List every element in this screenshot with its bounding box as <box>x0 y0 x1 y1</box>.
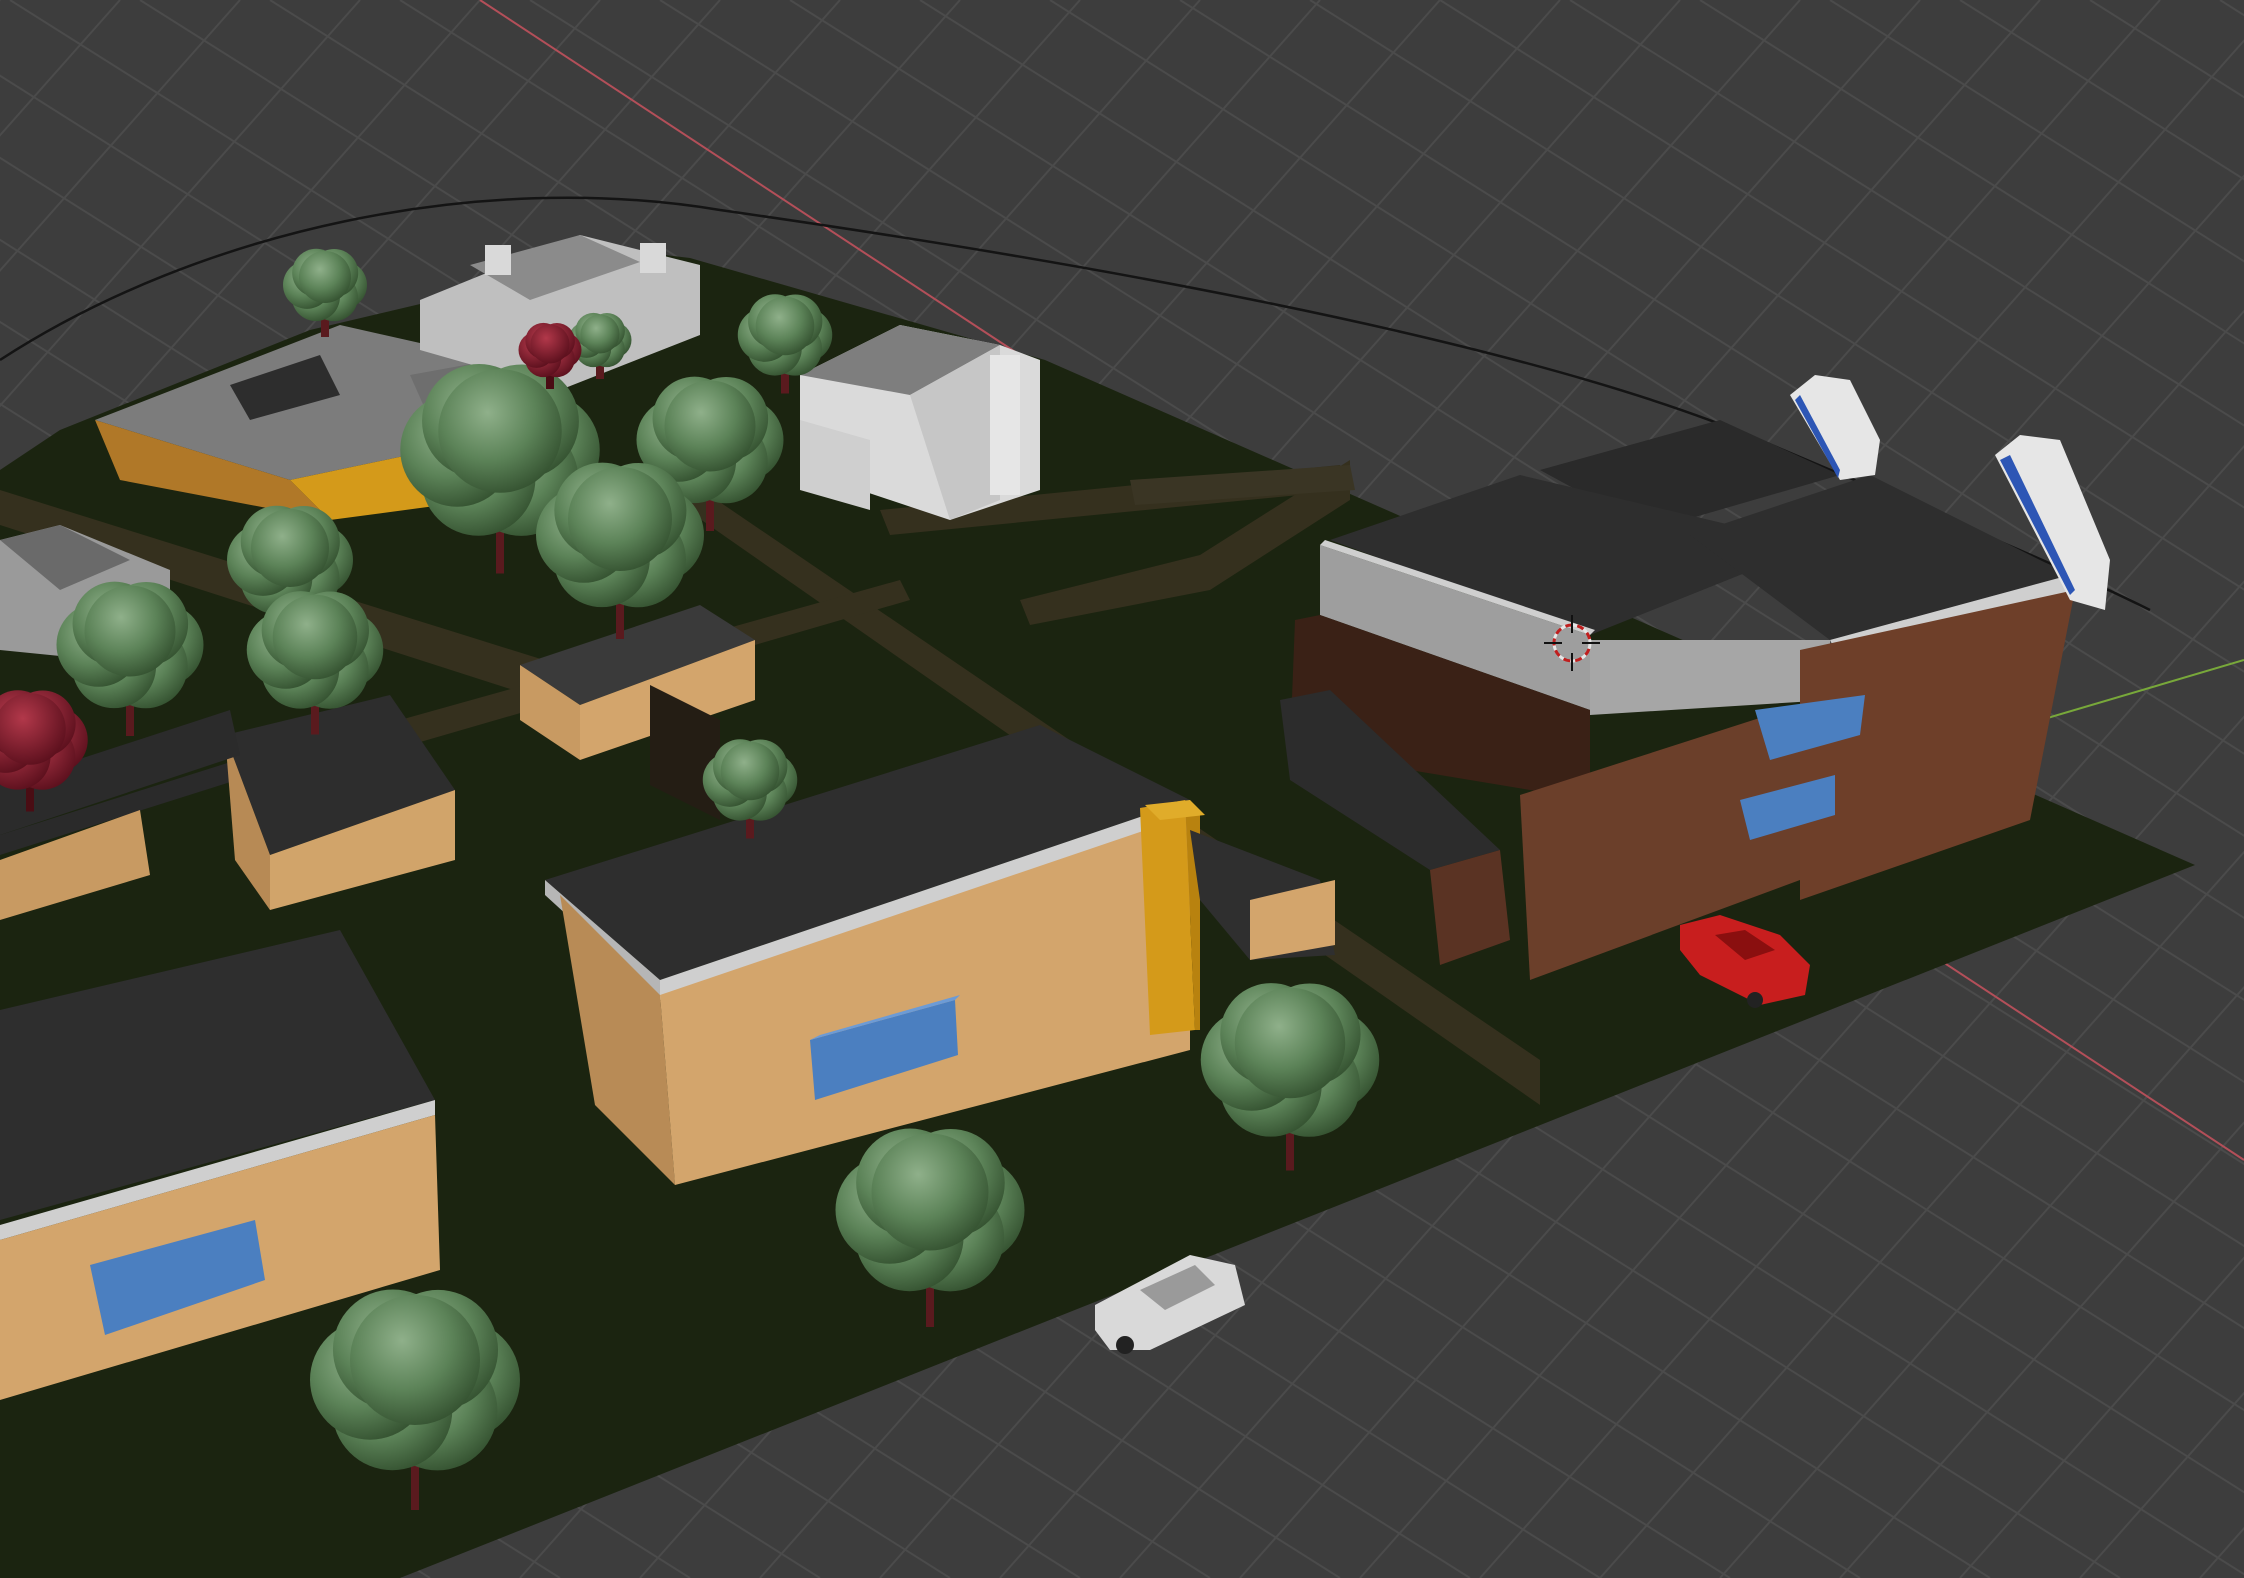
3d-viewport[interactable] <box>0 0 2244 1578</box>
